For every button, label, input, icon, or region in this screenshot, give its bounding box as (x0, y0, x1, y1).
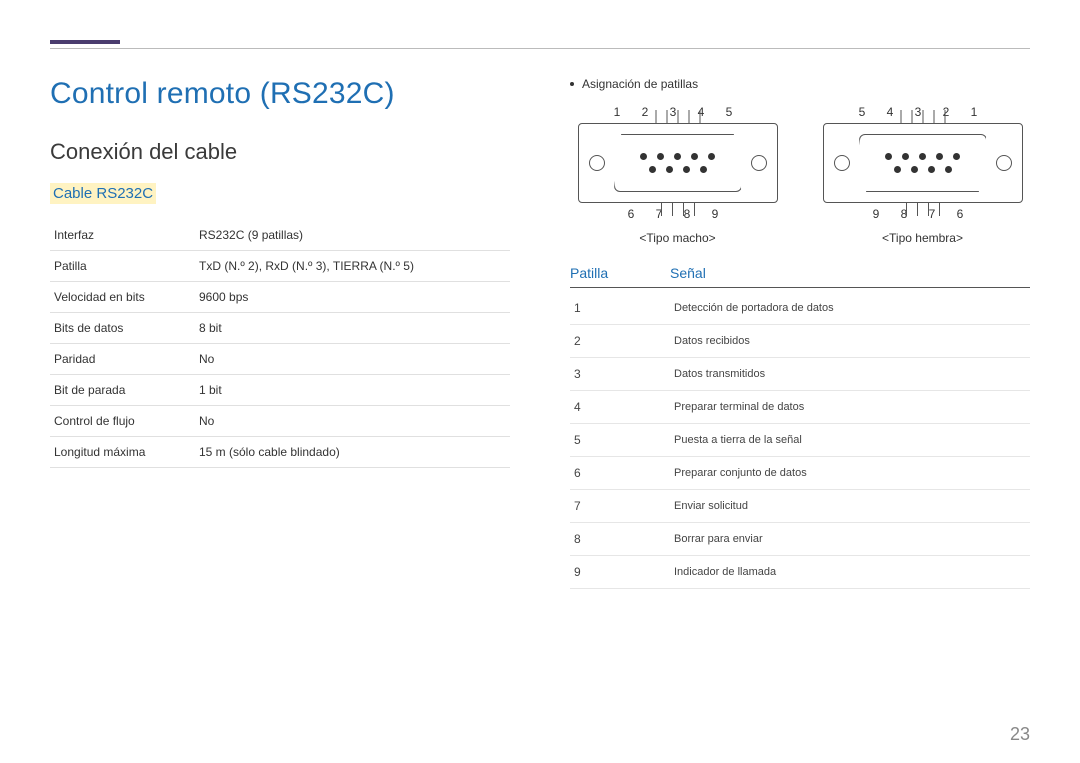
signal-pin: 5 (570, 424, 670, 457)
connector-diagrams: 1 2 3 4 5 (570, 101, 1030, 245)
signal-name: Puesta a tierra de la señal (670, 424, 1030, 457)
signal-name: Preparar conjunto de datos (670, 457, 1030, 490)
signal-row: 7Enviar solicitud (570, 490, 1030, 523)
signal-name: Borrar para enviar (670, 523, 1030, 556)
pin-row-top (885, 153, 960, 160)
spec-label: Bit de parada (50, 375, 195, 406)
pin-lead-lines (661, 202, 695, 216)
screw-hole-icon (589, 155, 605, 171)
spec-value: No (195, 406, 510, 437)
pin-row-bottom (649, 166, 707, 173)
signal-name: Detección de portadora de datos (670, 292, 1030, 325)
pin-assignment-label: Asignación de patillas (582, 77, 698, 91)
connector-shell-icon (614, 134, 742, 192)
spec-row: Velocidad en bits9600 bps (50, 282, 510, 313)
spec-value: TxD (N.º 2), RxD (N.º 3), TIERRA (N.º 5) (195, 251, 510, 282)
main-columns: Control remoto (RS232C) Conexión del cab… (50, 77, 1030, 589)
spec-row: Longitud máxima15 m (sólo cable blindado… (50, 437, 510, 468)
signal-row: 5Puesta a tierra de la señal (570, 424, 1030, 457)
pin-assignment-bullet: Asignación de patillas (570, 77, 1030, 91)
female-connector-body (823, 123, 1023, 203)
spec-row: Bit de parada1 bit (50, 375, 510, 406)
spec-value: No (195, 344, 510, 375)
spec-label: Interfaz (50, 220, 195, 251)
signal-name: Indicador de llamada (670, 556, 1030, 589)
spec-label: Longitud máxima (50, 437, 195, 468)
female-connector-diagram: 5 4 3 2 1 (815, 101, 1030, 245)
spec-row: PatillaTxD (N.º 2), RxD (N.º 3), TIERRA … (50, 251, 510, 282)
page-title: Control remoto (RS232C) (50, 77, 510, 111)
signal-row: 6Preparar conjunto de datos (570, 457, 1030, 490)
screw-hole-icon (996, 155, 1012, 171)
page-number: 23 (1010, 724, 1030, 745)
spec-row: InterfazRS232C (9 patillas) (50, 220, 510, 251)
signal-pin: 8 (570, 523, 670, 556)
spec-label: Bits de datos (50, 313, 195, 344)
spec-value: 15 m (sólo cable blindado) (195, 437, 510, 468)
spec-table: InterfazRS232C (9 patillas)PatillaTxD (N… (50, 220, 510, 468)
bullet-dot-icon (570, 82, 574, 86)
right-column: Asignación de patillas 1 2 3 4 5 (570, 77, 1030, 589)
screw-hole-icon (834, 155, 850, 171)
spec-value: 9600 bps (195, 282, 510, 313)
signal-pin: 7 (570, 490, 670, 523)
pin-row-bottom (894, 166, 952, 173)
spec-row: ParidadNo (50, 344, 510, 375)
signal-name: Preparar terminal de datos (670, 391, 1030, 424)
signal-name: Datos recibidos (670, 325, 1030, 358)
header-accent-bar (50, 40, 120, 44)
signal-row: 4Preparar terminal de datos (570, 391, 1030, 424)
signal-row: 1Detección de portadora de datos (570, 292, 1030, 325)
signal-pin: 3 (570, 358, 670, 391)
signal-name: Enviar solicitud (670, 490, 1030, 523)
spec-value: 8 bit (195, 313, 510, 344)
left-column: Control remoto (RS232C) Conexión del cab… (50, 77, 510, 589)
spec-value: RS232C (9 patillas) (195, 220, 510, 251)
pin-lead-lines (906, 202, 940, 216)
spec-label: Patilla (50, 251, 195, 282)
pin-lead-lines (655, 110, 700, 124)
signal-pin: 6 (570, 457, 670, 490)
signal-row: 3Datos transmitidos (570, 358, 1030, 391)
signal-table-header: Patilla Señal (570, 265, 1030, 288)
signal-pin: 1 (570, 292, 670, 325)
spec-label: Control de flujo (50, 406, 195, 437)
male-connector-body (578, 123, 778, 203)
sub-heading: Cable RS232C (50, 183, 156, 204)
spec-row: Bits de datos8 bit (50, 313, 510, 344)
pin-lead-lines (900, 110, 945, 124)
connector-shell-icon (859, 134, 987, 192)
screw-hole-icon (751, 155, 767, 171)
signal-header-pin: Patilla (570, 265, 670, 281)
signal-row: 9Indicador de llamada (570, 556, 1030, 589)
signal-header-signal: Señal (670, 265, 706, 281)
pin-row-top (640, 153, 715, 160)
signal-name: Datos transmitidos (670, 358, 1030, 391)
spec-row: Control de flujoNo (50, 406, 510, 437)
spec-label: Paridad (50, 344, 195, 375)
male-caption: <Tipo macho> (570, 231, 785, 245)
female-caption: <Tipo hembra> (815, 231, 1030, 245)
signal-row: 2Datos recibidos (570, 325, 1030, 358)
signal-pin: 9 (570, 556, 670, 589)
section-heading: Conexión del cable (50, 139, 510, 165)
spec-value: 1 bit (195, 375, 510, 406)
signal-table: 1Detección de portadora de datos2Datos r… (570, 292, 1030, 589)
spec-label: Velocidad en bits (50, 282, 195, 313)
signal-row: 8Borrar para enviar (570, 523, 1030, 556)
male-connector-diagram: 1 2 3 4 5 (570, 101, 785, 245)
signal-pin: 4 (570, 391, 670, 424)
header-rule (50, 48, 1030, 49)
signal-pin: 2 (570, 325, 670, 358)
